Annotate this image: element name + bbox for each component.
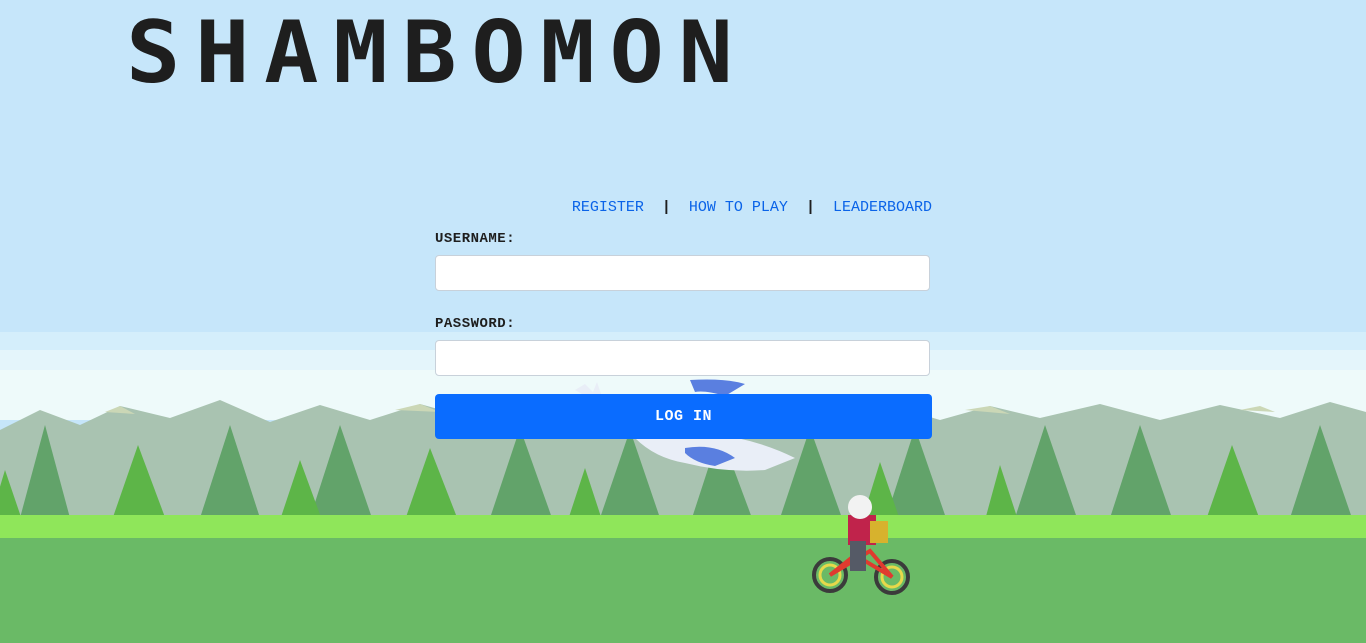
password-label: PASSWORD:: [435, 316, 516, 332]
nav-separator: |: [661, 199, 671, 216]
login-button[interactable]: LOG IN: [435, 394, 932, 439]
how-to-play-link[interactable]: HOW TO PLAY: [689, 199, 788, 216]
username-label: USERNAME:: [435, 231, 516, 247]
leaderboard-link[interactable]: LEADERBOARD: [833, 199, 932, 216]
grass-field: [0, 538, 1366, 643]
register-link[interactable]: REGISTER: [572, 199, 644, 216]
username-input[interactable]: [435, 255, 930, 291]
nav-separator: |: [805, 199, 815, 216]
top-nav: REGISTER | HOW TO PLAY | LEADERBOARD: [435, 199, 932, 216]
app-logo: SHAMBOMON: [126, 3, 748, 103]
grass-edge: [0, 515, 1366, 541]
password-input[interactable]: [435, 340, 930, 376]
